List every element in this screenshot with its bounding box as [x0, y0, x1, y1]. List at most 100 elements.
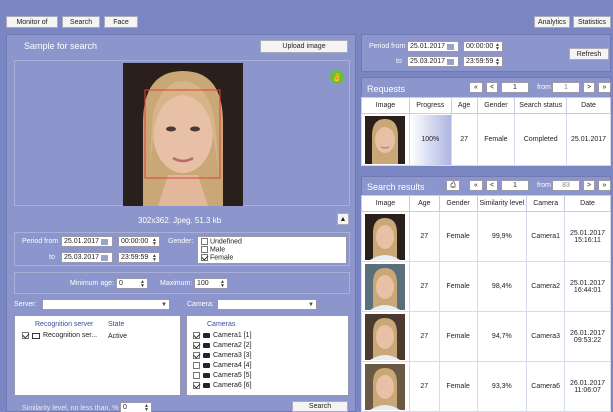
next-page-button[interactable]: >: [583, 82, 595, 93]
camera-item-label: Camera1 [1]: [213, 331, 252, 339]
prev-page-button[interactable]: <: [486, 180, 498, 191]
results-total: 83: [552, 180, 580, 191]
table-row[interactable]: 27 Female 93,3% Camera6 26.01.2017 11:06:07: [361, 361, 611, 412]
server-name: Recognition ser...: [43, 332, 98, 339]
camera-item[interactable]: Camera3 [3]: [193, 350, 348, 360]
column-header: Age: [450, 97, 478, 114]
gender-option[interactable]: Female: [201, 254, 343, 262]
search-button[interactable]: Search: [292, 401, 348, 412]
last-page-button[interactable]: »: [598, 82, 611, 93]
date-to-field[interactable]: 25.03.2017: [61, 252, 113, 263]
camera-item[interactable]: Camera4 [4]: [193, 360, 348, 370]
checkbox[interactable]: [193, 381, 200, 389]
age-cell: 27: [408, 361, 440, 412]
table-row[interactable]: 100% 27 Female Completed 25.01.2017: [361, 113, 611, 166]
tab-search[interactable]: Search: [62, 16, 100, 28]
min-age-field[interactable]: 0 ▲ ▼: [116, 278, 148, 289]
similarity-cell: 99,9%: [476, 211, 528, 262]
server-select[interactable]: ▼: [42, 299, 170, 310]
checkbox[interactable]: [201, 254, 208, 261]
thumbs-up-icon: ✌: [330, 70, 344, 84]
gender-option[interactable]: Male: [201, 246, 343, 254]
similarity-field[interactable]: 0 ▲ ▼: [120, 402, 152, 412]
checkbox[interactable]: [201, 246, 208, 253]
req-date-from-field[interactable]: 25.01.2017: [407, 41, 459, 52]
checkbox[interactable]: [22, 332, 29, 339]
gender-option[interactable]: Undefined: [201, 238, 343, 246]
table-row[interactable]: 27 Female 98,4% Camera2 25.01.2017 16:44:01: [361, 261, 611, 312]
requests-header-row: Image Progress Age Gender Search status …: [361, 97, 611, 114]
export-icon[interactable]: ▲: [337, 213, 349, 225]
spinner-icon: ▲ ▼: [144, 402, 149, 412]
req-time-from-field[interactable]: 00:00:00 ▲ ▼: [463, 41, 503, 52]
date-from-field[interactable]: 25.01.2017: [61, 236, 113, 247]
checkbox[interactable]: [201, 238, 208, 245]
requests-page-field[interactable]: 1: [501, 82, 529, 93]
tab-analytics[interactable]: Analytics: [534, 16, 570, 28]
similarity-value: 0: [123, 404, 127, 411]
age-cell: 27: [450, 113, 478, 166]
tab-monitor[interactable]: Monitor of: [6, 16, 58, 28]
date-from-value: 25.01.2017: [64, 238, 100, 245]
server-row[interactable]: Recognition ser...: [22, 332, 97, 339]
refresh-button[interactable]: Refresh: [569, 48, 609, 60]
column-header: Image: [361, 195, 410, 212]
date-cell: 26.01.2017 11:06:07: [564, 361, 611, 412]
time-from-field[interactable]: 00:00:00 ▲ ▼: [118, 236, 160, 247]
checkbox[interactable]: [193, 351, 200, 359]
req-time-to-field[interactable]: 23:59:59 ▲ ▼: [463, 56, 503, 67]
max-age-label: Maximum:: [160, 280, 193, 287]
column-header: Gender: [438, 195, 478, 212]
date-cell: 25.01.2017 16:44:01: [564, 261, 611, 312]
date-cell: 25.01.2017: [566, 113, 611, 166]
tab-statistics[interactable]: Statistics: [573, 16, 611, 28]
req-date-to-field[interactable]: 25.03.2017: [407, 56, 459, 67]
progress-value: 100%: [421, 136, 440, 143]
next-page-button[interactable]: >: [583, 180, 595, 191]
first-page-button[interactable]: «: [469, 180, 483, 191]
checkbox[interactable]: [193, 341, 200, 349]
status-cell: Completed: [514, 113, 568, 166]
print-icon[interactable]: ⎙: [446, 180, 460, 191]
column-header: Camera: [526, 195, 566, 212]
result-date: 26.01.2017: [570, 379, 606, 387]
face-thumbnail: [365, 263, 406, 310]
upload-image-button[interactable]: Upload image: [260, 40, 348, 53]
checkbox[interactable]: [193, 361, 200, 369]
camera-item[interactable]: Camera2 [2]: [193, 340, 348, 350]
checkbox[interactable]: [193, 331, 200, 339]
time-to-value: 23:59:59: [121, 254, 149, 261]
requests-title: Requests: [367, 84, 406, 94]
camera-item[interactable]: Camera6 [6]: [193, 380, 348, 390]
camera-icon: [203, 362, 210, 368]
last-page-button[interactable]: »: [598, 180, 611, 191]
face-thumbnail: [365, 313, 406, 360]
time-to-field[interactable]: 23:59:59 ▲ ▼: [118, 252, 160, 263]
table-row[interactable]: 27 Female 94,7% Camera3 26.01.2017 09:53:22: [361, 311, 611, 362]
camera-icon: [203, 382, 210, 388]
column-header: Similarity level: [476, 195, 528, 212]
prev-page-button[interactable]: <: [486, 82, 498, 93]
age-cell: 27: [408, 211, 440, 262]
date-to-value: 25.03.2017: [64, 254, 100, 261]
camera-cell: Camera3: [526, 311, 566, 362]
table-row[interactable]: 27 Female 99,9% Camera1 25.01.2017 15:16:11: [361, 211, 611, 262]
max-age-field[interactable]: 100 ▲ ▼: [194, 278, 228, 289]
min-age-label: Minimum age:: [70, 280, 114, 287]
camera-item-label: Camera6 [6]: [213, 381, 252, 389]
servers-list: Recognition server State Recognition ser…: [14, 315, 181, 396]
checkbox[interactable]: [193, 371, 200, 379]
gender-cell: Female: [438, 311, 478, 362]
results-page-field[interactable]: 1: [501, 180, 529, 191]
tab-face[interactable]: Face: [104, 16, 138, 28]
face-thumbnail: [365, 213, 406, 260]
req-time-to-value: 23:59:59: [466, 58, 494, 65]
camera-item[interactable]: Camera1 [1]: [193, 330, 348, 340]
to-label: to: [49, 254, 55, 261]
req-date-from-value: 25.01.2017: [410, 43, 446, 50]
results-title: Search results: [367, 182, 425, 192]
camera-select[interactable]: ▼: [217, 299, 317, 310]
first-page-button[interactable]: «: [469, 82, 483, 93]
camera-item[interactable]: Camera5 [5]: [193, 370, 348, 380]
progress-cell: 100%: [408, 113, 452, 166]
